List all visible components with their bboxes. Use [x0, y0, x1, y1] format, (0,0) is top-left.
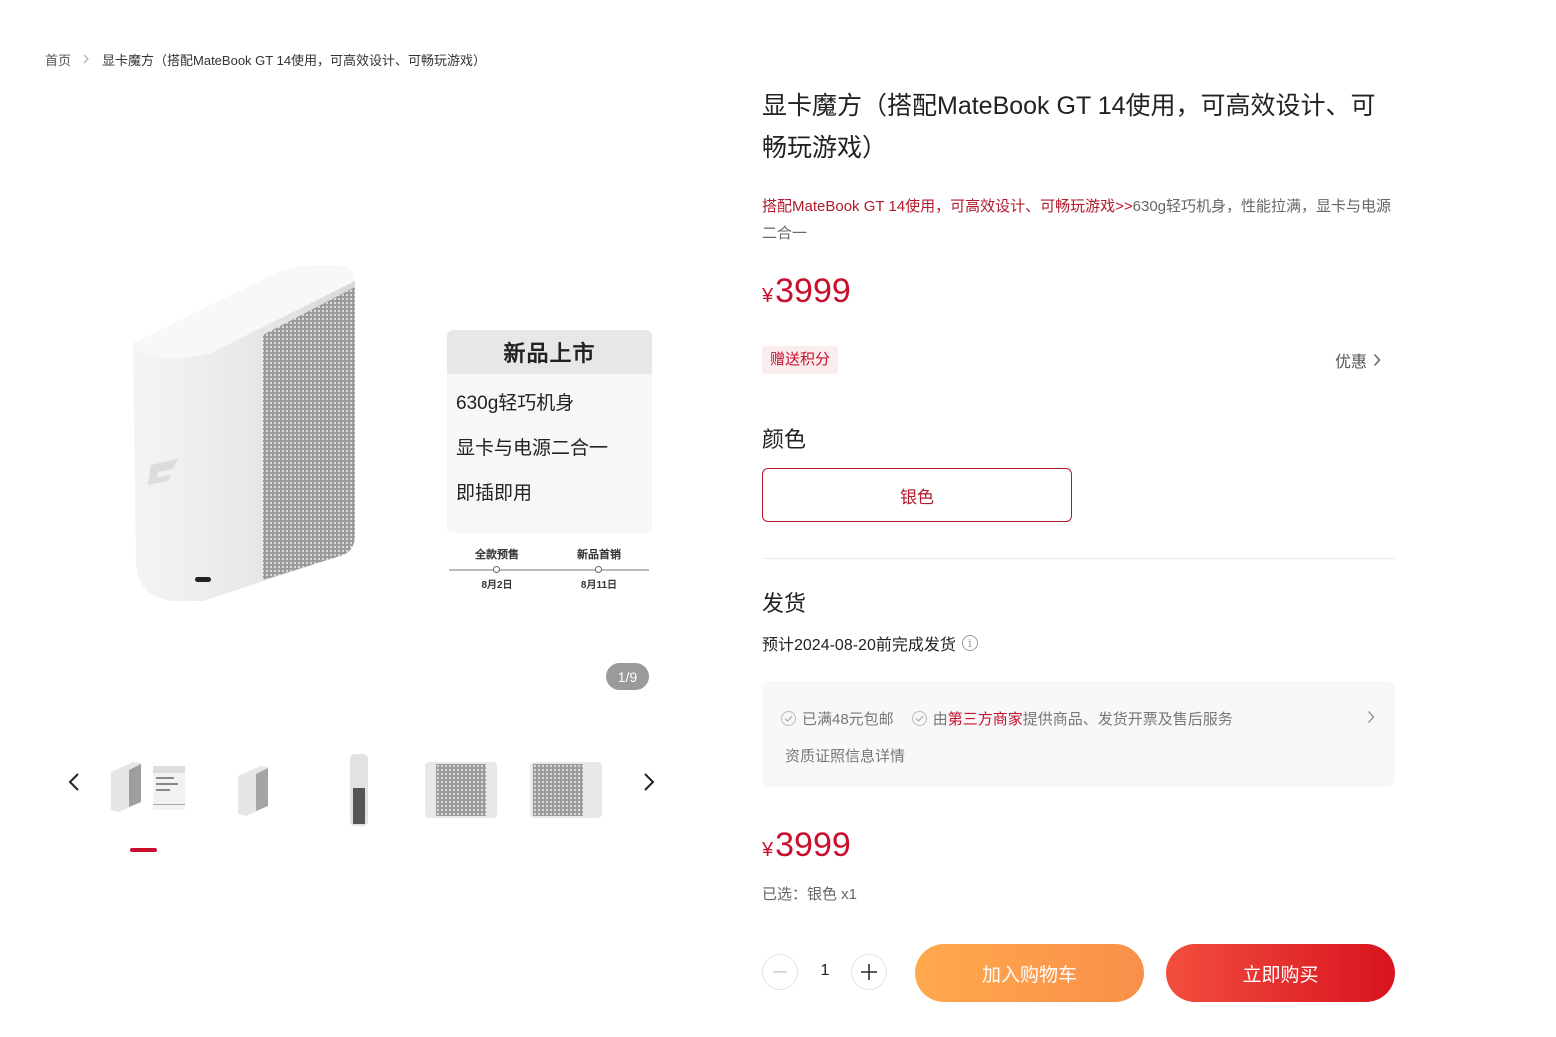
quantity-increase-button[interactable] [851, 954, 887, 990]
gift-points-badge: 赠送积分 [762, 346, 839, 374]
provider-prefix: 由 [932, 711, 948, 728]
plus-icon [861, 964, 877, 980]
free-shipping-text: 已满48元包邮 [802, 711, 894, 728]
chevron-right-icon [644, 773, 655, 791]
discount-button[interactable]: 优惠 [1335, 348, 1381, 372]
total-price: ¥3999 [762, 826, 851, 865]
thumbnail-image [425, 762, 497, 818]
thumbnail-prev-button[interactable] [60, 767, 88, 797]
shipping-estimate-text: 预计2024-08-20前完成发货 [762, 637, 956, 654]
thumbnail-1[interactable] [100, 745, 190, 835]
minus-icon [773, 971, 787, 973]
timeline-dot [595, 566, 602, 573]
chevron-right-icon [83, 53, 90, 67]
thumbnail-3[interactable] [314, 745, 404, 835]
add-to-cart-button[interactable]: 加入购物车 [915, 944, 1144, 1002]
gpu-dock-device-image [133, 265, 355, 601]
color-option-silver[interactable]: 银色 [762, 468, 1072, 522]
promo-header: 新品上市 [447, 330, 652, 374]
product-subtitle: 搭配MateBook GT 14使用，可高效设计、可畅玩游戏>>630g轻巧机身… [762, 193, 1395, 247]
thumbnail-5[interactable] [521, 745, 611, 835]
thumbnail-image [238, 766, 268, 816]
promo-card: 新品上市 630g轻巧机身 显卡与电源二合一 即插即用 [447, 330, 652, 533]
product-info: 显卡魔方（搭配MateBook GT 14使用，可高效设计、可畅玩游戏） 搭配M… [762, 85, 1395, 247]
breadcrumb: 首页 显卡魔方（搭配MateBook GT 14使用，可高效设计、可畅玩游戏） [45, 50, 486, 69]
subtitle-highlight-link[interactable]: 搭配MateBook GT 14使用，可高效设计、可畅玩游戏>> [762, 198, 1133, 215]
total-price-value: 3999 [775, 826, 851, 864]
third-party-item: 由第三方商家提供商品、发货开票及售后服务 [911, 708, 1233, 729]
quantity-value[interactable]: 1 [812, 962, 838, 980]
timeline-label-launch: 新品首销 [577, 549, 621, 561]
discount-label: 优惠 [1334, 354, 1367, 371]
quantity-decrease-button[interactable] [762, 954, 798, 990]
selected-summary: 已选：银色 x1 [762, 886, 858, 903]
buy-now-button[interactable]: 立即购买 [1166, 944, 1395, 1002]
info-icon[interactable]: i [961, 635, 978, 651]
timeline-line [449, 569, 649, 571]
breadcrumb-current: 显卡魔方（搭配MateBook GT 14使用，可高效设计、可畅玩游戏） [102, 53, 487, 68]
promo-feature-1: 630g轻巧机身 [456, 393, 575, 414]
timeline-date-presale: 8月2日 [481, 580, 513, 591]
thumbnail-next-button[interactable] [635, 767, 663, 797]
check-circle-icon [781, 711, 796, 726]
chevron-left-icon [68, 773, 79, 791]
shipping-section-title: 发货 [762, 591, 807, 616]
chevron-right-icon[interactable] [1367, 710, 1375, 729]
thumbnail-image [350, 754, 368, 826]
thumbnail-image [530, 762, 602, 818]
release-timeline: 全款预售 新品首销 8月2日 8月11日 [449, 546, 649, 596]
price-value: 3999 [775, 272, 851, 310]
shipping-estimate: 预计2024-08-20前完成发货 i [762, 631, 978, 655]
timeline-dot [493, 566, 500, 573]
thumbnail-image [111, 762, 185, 812]
main-product-image[interactable]: 新品上市 630g轻巧机身 显卡与电源二合一 即插即用 全款预售 新品首销 8月… [95, 240, 685, 710]
divider [762, 558, 1395, 559]
thumbnail-strip [60, 745, 670, 860]
breadcrumb-home-link[interactable]: 首页 [45, 50, 71, 69]
service-info-box[interactable]: 已满48元包邮 由第三方商家提供商品、发货开票及售后服务 资质证照信息详情 [762, 681, 1395, 787]
active-thumbnail-indicator [130, 848, 157, 852]
image-counter: 1/9 [606, 663, 649, 690]
currency-symbol: ¥ [762, 285, 774, 307]
chevron-right-icon [1373, 353, 1381, 367]
product-price: ¥3999 [762, 272, 851, 311]
check-circle-icon [911, 711, 927, 726]
timeline-date-launch: 8月11日 [580, 580, 618, 591]
currency-symbol: ¥ [762, 839, 774, 861]
timeline-label-presale: 全款预售 [475, 549, 519, 561]
third-party-merchant-link[interactable]: 第三方商家 [948, 711, 1023, 728]
product-title: 显卡魔方（搭配MateBook GT 14使用，可高效设计、可畅玩游戏） [762, 92, 1376, 162]
promo-feature-3: 即插即用 [456, 483, 533, 504]
service-row: 已满48元包邮 由第三方商家提供商品、发货开票及售后服务 [781, 708, 1251, 729]
promotion-row: 赠送积分 优惠 [762, 346, 1395, 374]
thumbnail-4[interactable] [416, 745, 506, 835]
provider-suffix: 提供商品、发货开票及售后服务 [1022, 711, 1233, 728]
qualification-info-link[interactable]: 资质证照信息详情 [785, 745, 905, 766]
free-shipping-item: 已满48元包邮 [781, 708, 894, 729]
thumbnail-2[interactable] [208, 745, 298, 835]
promo-feature-2: 显卡与电源二合一 [456, 438, 609, 459]
color-section-title: 颜色 [762, 427, 807, 452]
